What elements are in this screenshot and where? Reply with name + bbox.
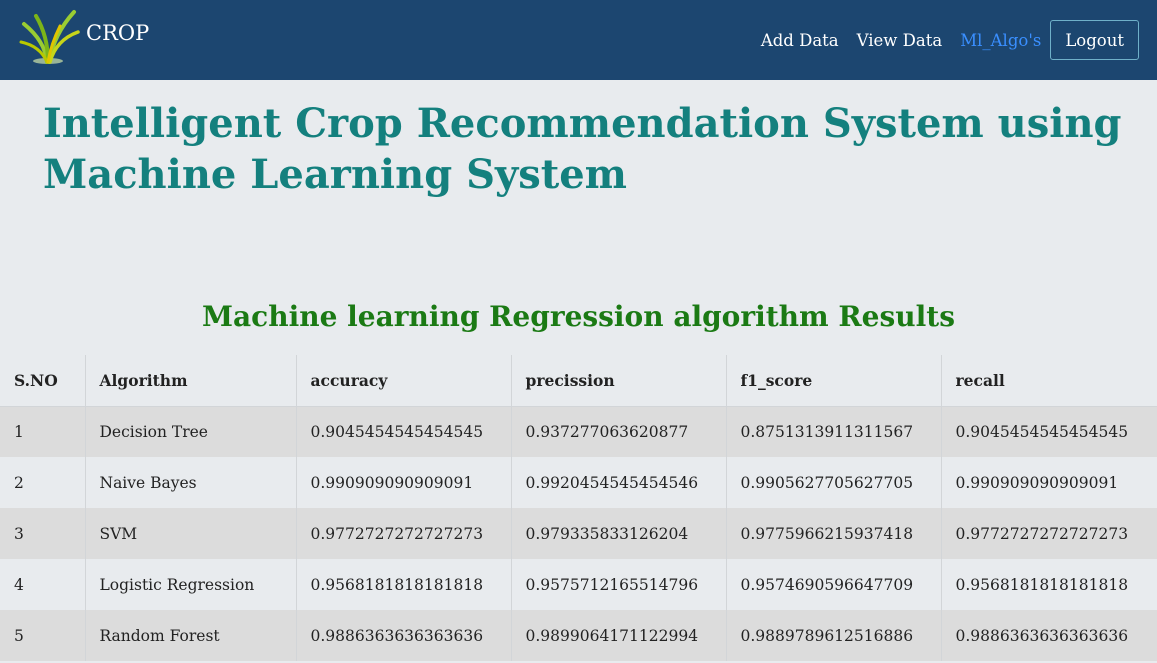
cell-recall: 0.9772727272727273 bbox=[940, 508, 1157, 559]
nav-add-data-link[interactable]: Add Data bbox=[761, 31, 839, 50]
cell-sno: 2 bbox=[14, 473, 24, 492]
cell-recall: 0.9568181818181818 bbox=[940, 559, 1157, 610]
nav-ml-algos-link[interactable]: Ml_Algo's bbox=[960, 31, 1041, 50]
header-precission: precission bbox=[510, 355, 726, 407]
table-row: 3 SVM 0.9772727272727273 0.9793358331262… bbox=[0, 508, 1157, 559]
header-f1-score: f1_score bbox=[725, 355, 941, 407]
header-recall: recall bbox=[940, 355, 1157, 407]
page-title: Intelligent Crop Recommendation System u… bbox=[43, 100, 1122, 198]
cell-recall: 0.9886363636363636 bbox=[940, 610, 1157, 661]
table-row: 2 Naive Bayes 0.990909090909091 0.992045… bbox=[0, 457, 1157, 508]
cell-accuracy: 0.9886363636363636 bbox=[295, 610, 511, 661]
header-accuracy: accuracy bbox=[295, 355, 511, 407]
cell-sno: 1 bbox=[14, 422, 24, 441]
nav-view-data-link[interactable]: View Data bbox=[857, 31, 943, 50]
table-row: 5 Random Forest 0.9886363636363636 0.989… bbox=[0, 610, 1157, 661]
cell-algorithm: Random Forest bbox=[84, 610, 296, 661]
cell-precission: 0.9899064171122994 bbox=[510, 610, 726, 661]
navbar: CROP Add Data View Data Ml_Algo's Logout bbox=[0, 0, 1157, 80]
cell-f1-score: 0.9574690596647709 bbox=[725, 559, 941, 610]
cell-algorithm: Naive Bayes bbox=[84, 457, 296, 508]
cell-sno: 3 bbox=[14, 524, 24, 543]
cell-precission: 0.9920454545454546 bbox=[510, 457, 726, 508]
header-algorithm: Algorithm bbox=[84, 355, 296, 407]
table-row: 1 Decision Tree 0.9045454545454545 0.937… bbox=[0, 406, 1157, 457]
brand-link[interactable]: CROP bbox=[18, 6, 149, 66]
crop-logo-icon bbox=[18, 6, 80, 66]
cell-algorithm: SVM bbox=[84, 508, 296, 559]
cell-accuracy: 0.990909090909091 bbox=[295, 457, 511, 508]
table-row: 4 Logistic Regression 0.9568181818181818… bbox=[0, 559, 1157, 610]
nav-links: Add Data View Data Ml_Algo's Logout bbox=[743, 20, 1139, 60]
cell-algorithm: Decision Tree bbox=[84, 406, 296, 457]
cell-recall: 0.990909090909091 bbox=[940, 457, 1157, 508]
cell-f1-score: 0.8751313911311567 bbox=[725, 406, 941, 457]
cell-precission: 0.979335833126204 bbox=[510, 508, 726, 559]
cell-accuracy: 0.9568181818181818 bbox=[295, 559, 511, 610]
cell-accuracy: 0.9772727272727273 bbox=[295, 508, 511, 559]
cell-precission: 0.937277063620877 bbox=[510, 406, 726, 457]
logout-button[interactable]: Logout bbox=[1050, 20, 1139, 60]
cell-accuracy: 0.9045454545454545 bbox=[295, 406, 511, 457]
cell-sno: 4 bbox=[14, 575, 24, 594]
brand-name: CROP bbox=[86, 21, 150, 45]
cell-recall: 0.9045454545454545 bbox=[940, 406, 1157, 457]
results-table: S.NO Algorithm accuracy precission f1_sc… bbox=[0, 355, 1157, 661]
table-header-row: S.NO Algorithm accuracy precission f1_sc… bbox=[0, 355, 1157, 407]
cell-sno: 5 bbox=[14, 626, 24, 645]
section-title: Machine learning Regression algorithm Re… bbox=[202, 300, 955, 333]
cell-f1-score: 0.9905627705627705 bbox=[725, 457, 941, 508]
cell-f1-score: 0.9775966215937418 bbox=[725, 508, 941, 559]
cell-f1-score: 0.9889789612516886 bbox=[725, 610, 941, 661]
cell-precission: 0.9575712165514796 bbox=[510, 559, 726, 610]
header-sno: S.NO bbox=[0, 355, 85, 407]
cell-algorithm: Logistic Regression bbox=[84, 559, 296, 610]
